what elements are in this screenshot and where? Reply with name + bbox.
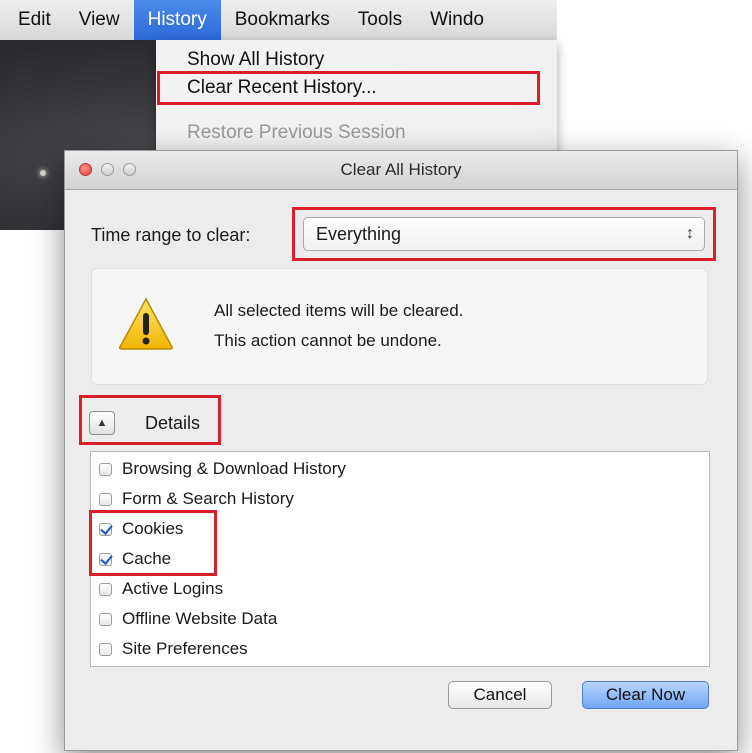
list-item-label: Active Logins <box>122 579 224 598</box>
details-label: Details <box>145 413 201 433</box>
dialog-titlebar: Clear All History <box>65 151 737 190</box>
cancel-button[interactable]: Cancel <box>448 681 552 709</box>
list-item-label: Form & Search History <box>122 489 294 508</box>
checkbox-cookies[interactable] <box>99 522 112 536</box>
warning-panel: All selected items will be cleared. This… <box>91 268 708 385</box>
menu-history[interactable]: History <box>133 0 221 40</box>
warning-icon <box>119 297 173 350</box>
checkbox-active-logins[interactable] <box>99 582 112 596</box>
checkbox-form-history[interactable] <box>99 492 112 506</box>
menu-item-restore-previous-session: Restore Previous Session <box>187 122 406 143</box>
list-item-label: Offline Website Data <box>122 609 278 628</box>
list-item-label: Browsing & Download History <box>122 459 346 478</box>
clear-now-button[interactable]: Clear Now <box>582 681 709 709</box>
time-range-label: Time range to clear: <box>91 225 251 245</box>
checkbox-offline-data[interactable] <box>99 612 112 626</box>
menu-item-clear-recent-history[interactable]: Clear Recent History... <box>187 77 377 99</box>
history-items-list: Browsing & Download History Form & Searc… <box>90 451 710 667</box>
list-item-active-logins[interactable]: Active Logins <box>99 575 223 603</box>
menu-bookmarks[interactable]: Bookmarks <box>221 0 344 40</box>
list-item-site-preferences[interactable]: Site Preferences <box>99 635 248 663</box>
list-item-offline-data[interactable]: Offline Website Data <box>99 605 277 633</box>
menu-bar: Edit View History Bookmarks Tools Windo <box>0 0 557 41</box>
menu-item-show-all-history[interactable]: Show All History <box>187 49 324 71</box>
details-toggle-button[interactable]: ▲ <box>89 411 115 435</box>
warning-line-1: All selected items will be cleared. <box>214 301 464 320</box>
checkbox-site-preferences[interactable] <box>99 642 112 656</box>
list-item-form-history[interactable]: Form & Search History <box>99 485 294 513</box>
disclosure-triangle-icon: ▲ <box>96 417 108 429</box>
time-range-select[interactable]: Everything ↕ <box>303 217 705 251</box>
menu-edit[interactable]: Edit <box>0 0 65 40</box>
background-star <box>40 170 46 176</box>
checkbox-cache[interactable] <box>99 552 112 566</box>
list-item-browsing-history[interactable]: Browsing & Download History <box>99 455 346 483</box>
list-item-cookies[interactable]: Cookies <box>99 515 183 543</box>
dialog-title: Clear All History <box>340 160 462 179</box>
menu-view[interactable]: View <box>65 0 134 40</box>
checkbox-browsing-history[interactable] <box>99 462 112 476</box>
menu-tools[interactable]: Tools <box>344 0 416 40</box>
menu-window[interactable]: Windo <box>416 0 498 40</box>
list-item-cache[interactable]: Cache <box>99 545 171 573</box>
list-item-label: Cookies <box>122 519 184 538</box>
clear-history-dialog: Clear All History Time range to clear: E… <box>64 150 738 751</box>
list-item-label: Site Preferences <box>122 639 248 658</box>
history-menu: Show All History Clear Recent History...… <box>156 40 557 160</box>
list-item-label: Cache <box>122 549 172 568</box>
time-range-value: Everything <box>316 224 402 244</box>
updown-arrows-icon: ↕ <box>686 225 694 242</box>
warning-line-2: This action cannot be undone. <box>214 331 442 350</box>
